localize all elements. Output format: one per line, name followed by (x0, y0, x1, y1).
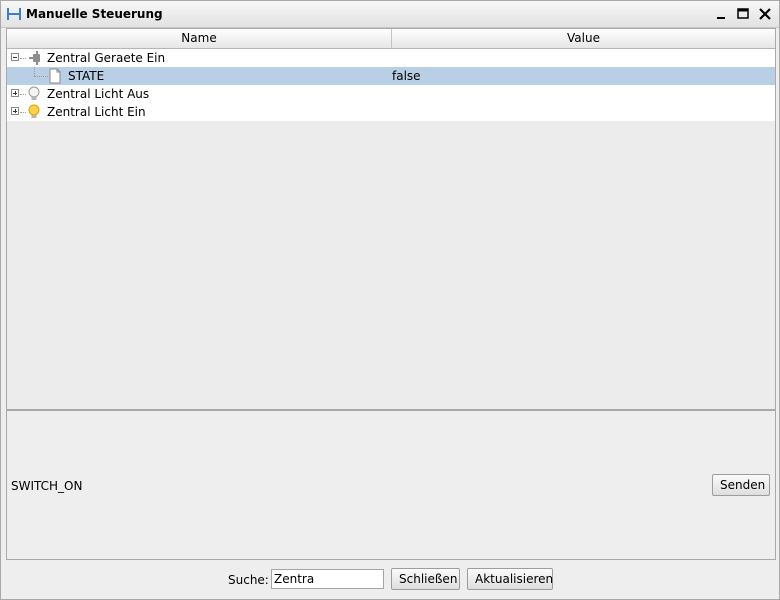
table-row[interactable]: Zentral Licht Aus (7, 85, 775, 103)
window-title: Manuelle Steuerung (26, 7, 163, 21)
manual-control-window: Manuelle Steuerung Name Value Zentral Ge… (0, 0, 780, 600)
document-icon (49, 68, 61, 84)
refresh-button[interactable]: Aktualisieren (467, 568, 553, 590)
expand-toggle[interactable] (11, 107, 19, 115)
title-bar[interactable]: Manuelle Steuerung (1, 1, 779, 28)
light-bulb-off-icon (28, 86, 40, 100)
plug-icon (29, 51, 40, 65)
row-name: Zentral Licht Aus (47, 87, 150, 101)
row-value: false (392, 69, 421, 83)
tree-table[interactable]: Name Value Zentral Geraete Ein STATE fal… (6, 28, 776, 410)
maximize-icon[interactable] (734, 5, 752, 23)
table-row[interactable]: Zentral Geraete Ein (7, 49, 775, 67)
search-label: Suche: (228, 573, 269, 587)
light-bulb-on-icon (28, 104, 40, 118)
minimize-icon[interactable] (712, 5, 730, 23)
row-name: Zentral Licht Ein (47, 105, 146, 119)
row-name: STATE (68, 69, 105, 83)
row-name: Zentral Geraete Ein (47, 51, 166, 65)
app-icon (7, 8, 21, 20)
command-label: SWITCH_ON (11, 479, 83, 493)
column-header-name[interactable]: Name (7, 29, 392, 48)
send-button[interactable]: Senden (712, 474, 770, 496)
close-icon[interactable] (756, 5, 774, 23)
table-row[interactable]: STATE false (7, 67, 775, 85)
close-button[interactable]: Schließen (391, 568, 460, 590)
expand-toggle[interactable] (11, 89, 19, 97)
search-input[interactable] (271, 569, 384, 589)
collapse-toggle[interactable] (11, 53, 19, 61)
detail-panel: SWITCH_ON Senden (6, 410, 776, 560)
table-row[interactable]: Zentral Licht Ein (7, 103, 775, 121)
column-header-value[interactable]: Value (392, 29, 775, 48)
table-header: Name Value (7, 29, 775, 49)
